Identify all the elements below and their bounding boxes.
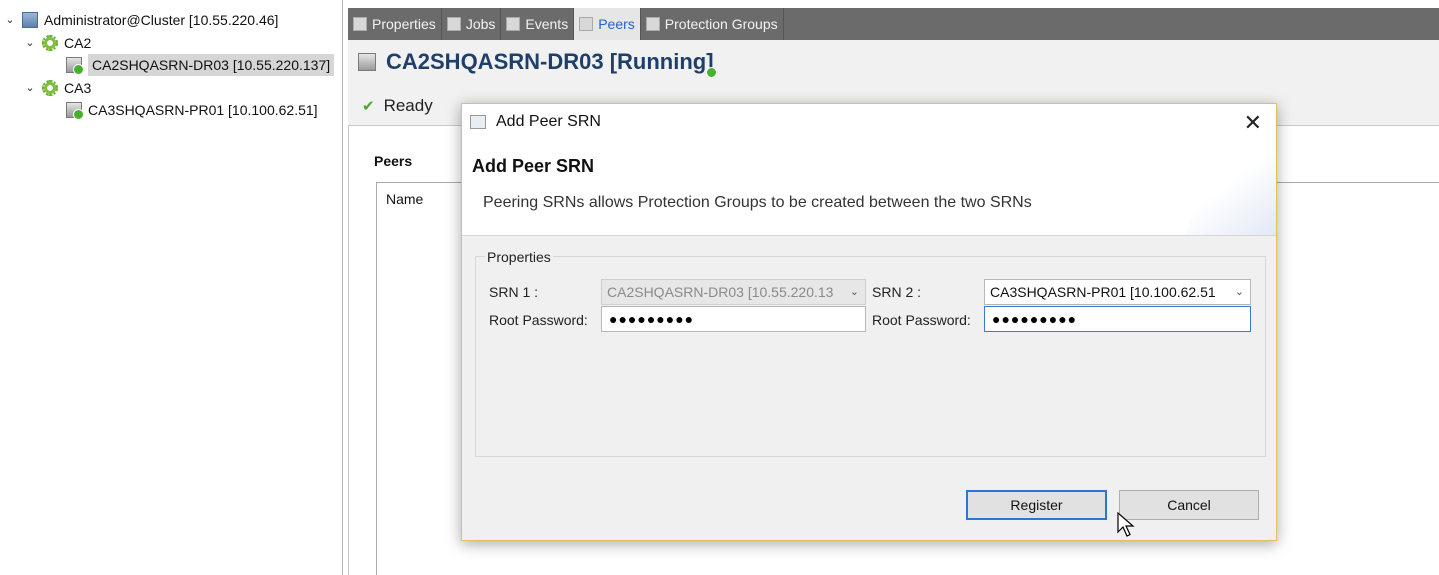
tab-label: Protection Groups [664,16,778,32]
dialog-banner: Add Peer SRN Peering SRNs allows Protect… [462,140,1276,236]
tab-peers[interactable]: Peers [574,8,641,40]
dialog-description: Peering SRNs allows Protection Groups to… [483,194,1032,211]
tab-label: Events [525,16,569,32]
site-icon [42,35,58,51]
chevron-down-icon[interactable]: ⌄ [24,32,36,54]
tree-item-pr01[interactable]: CA3SHQASRN-PR01 [10.100.62.51] [66,99,318,121]
status-indicator: ✔ Ready [362,96,433,116]
peers-section-label: Peers [374,153,413,169]
peers-icon [579,17,594,31]
status-text: Ready [383,96,433,115]
tree-root[interactable]: ⌄ Administrator@Cluster [10.55.220.46] [4,9,278,31]
page-title-text: CA2SHQASRN-DR03 [Running] [386,49,714,74]
tab-events[interactable]: Events [501,8,575,40]
dialog-heading: Add Peer SRN [472,156,595,176]
server-running-icon [66,57,84,75]
tree-item-dr03[interactable]: CA2SHQASRN-DR03 [10.55.220.137] [66,54,335,76]
root-password-2-label: Root Password: [872,312,971,328]
close-icon[interactable]: ✕ [1244,110,1262,136]
chevron-down-icon[interactable]: ⌄ [4,9,16,31]
protection-groups-icon [645,17,660,31]
dialog-titlebar[interactable]: Add Peer SRN ✕ [462,104,1276,140]
tab-jobs[interactable]: Jobs [442,8,502,40]
mouse-pointer-icon [1117,512,1135,537]
root-password-1-label: Root Password: [489,312,588,328]
tree-root-label: Administrator@Cluster [10.55.220.46] [44,12,279,28]
srn2-value: CA3SHQASRN-PR01 [10.100.62.51 [990,284,1216,300]
srn1-label: SRN 1 : [489,284,539,300]
properties-icon [353,17,367,31]
tree-group-label: CA3 [64,80,92,96]
root-password-2-field[interactable]: ●●●●●●●●● [984,306,1251,332]
site-icon [42,80,58,96]
tab-label: Properties [372,16,436,32]
cluster-icon [22,12,38,28]
properties-group-label: Properties [485,249,553,265]
column-header-name[interactable]: Name [386,191,423,207]
add-peer-dialog: Add Peer SRN ✕ Add Peer SRN Peering SRNs… [461,103,1277,541]
srn1-select: CA2SHQASRN-DR03 [10.55.220.13 ⌄ [601,279,866,305]
srn1-value: CA2SHQASRN-DR03 [10.55.220.13 [607,284,834,300]
tab-label: Peers [598,16,635,32]
window-icon [470,115,486,129]
check-icon: ✔ [362,98,375,115]
tab-label: Jobs [465,16,496,32]
server-running-icon [66,102,84,120]
srn2-label: SRN 2 : [872,284,922,300]
tree-group-ca3[interactable]: ⌄ CA3 [24,77,91,99]
tree-item-label: CA2SHQASRN-DR03 [10.55.220.137] [88,54,335,76]
chevron-down-icon: ⌄ [849,286,859,298]
root-password-1-field[interactable]: ●●●●●●●●● [601,306,866,332]
tree-group-label: CA2 [64,35,92,51]
chevron-down-icon[interactable]: ⌄ [1235,280,1244,304]
srn2-select[interactable]: CA3SHQASRN-PR01 [10.100.62.51 ⌄ [984,279,1251,305]
jobs-icon [446,17,461,31]
tree-item-label: CA3SHQASRN-PR01 [10.100.62.51] [88,102,318,118]
events-icon [506,17,521,31]
chevron-down-icon[interactable]: ⌄ [24,77,36,99]
page-title: CA2SHQASRN-DR03 [Running] [358,49,714,75]
dialog-window-title: Add Peer SRN [496,113,601,130]
tab-bar: Properties Jobs Events Peers Protection … [348,8,1439,40]
tree-group-ca2[interactable]: ⌄ CA2 [24,32,91,54]
tab-properties[interactable]: Properties [348,8,442,40]
cancel-button[interactable]: Cancel [1119,490,1259,520]
server-running-icon [358,53,376,71]
tab-protection-groups[interactable]: Protection Groups [641,8,784,40]
cluster-tree: ⌄ Administrator@Cluster [10.55.220.46] ⌄… [0,0,343,575]
register-button[interactable]: Register [966,490,1107,520]
